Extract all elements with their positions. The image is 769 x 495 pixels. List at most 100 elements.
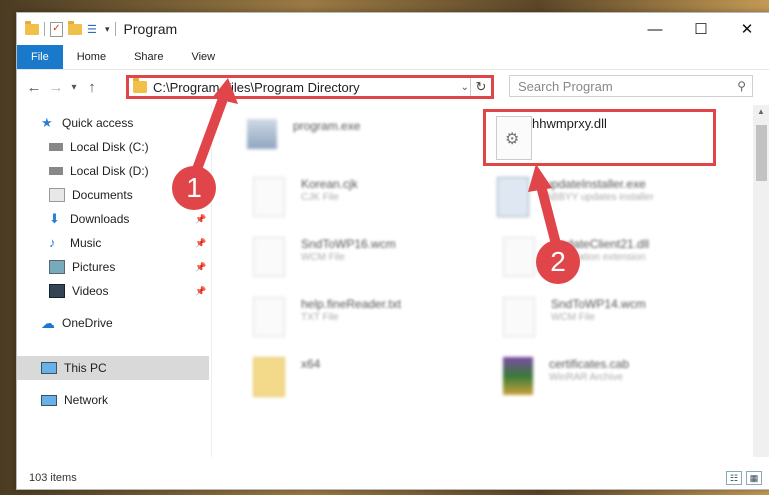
sidebar-item-label: Music [70,236,102,250]
forward-arrow-icon[interactable]: → [45,79,67,96]
sidebar-item-label: Local Disk (D:) [70,164,149,178]
computer-icon [41,362,57,374]
dll-file-icon: ⚙ [496,116,532,160]
file-icon [253,297,285,337]
sidebar-item-pictures[interactable]: Pictures 📌 [49,255,206,279]
callout-badge-one: 1 [172,166,216,210]
archive-icon [503,357,533,395]
sidebar-item-label: Network [64,393,109,407]
view-toggles: ☷ ▦ [726,471,762,485]
sidebar-item-this-pc[interactable]: This PC [41,356,107,380]
file-name: program.exe [293,119,361,133]
file-name: certificates.cab [549,357,630,371]
list-item[interactable]: certificates.cab WinRAR Archive [503,357,629,395]
callout-badge-two: 2 [536,240,580,284]
file-icon [253,237,285,277]
file-type: CJK File [301,192,339,203]
target-dll-file[interactable]: ⚙ hhwmprxy.dll [483,109,716,166]
refresh-icon[interactable]: ↻ [470,78,491,96]
navigation-pane: ★ Quick access Local Disk (C:) Local Dis… [17,105,212,457]
divider [44,22,45,36]
window-controls: — ☐ ✕ [632,13,769,45]
folder-icon [253,357,285,397]
sidebar-item-label: This PC [64,361,107,375]
sidebar-item-local-disk-c[interactable]: Local Disk (C:) [49,135,149,159]
download-icon: ⬇ [49,211,60,226]
chevron-down-icon[interactable]: ⌄ [461,82,469,93]
sidebar-item-label: OneDrive [62,316,113,330]
sidebar-item-label: Documents [72,188,133,202]
properties-check-icon[interactable]: ✓ [50,21,63,37]
recent-chevron-icon[interactable]: ▾ [67,82,81,93]
star-icon: ★ [41,115,53,130]
list-item[interactable]: help.fineReader.txt TXT File [253,297,401,337]
tab-view[interactable]: View [177,45,229,69]
file-name: x64 [301,357,321,371]
quick-access-toolbar: ✓ ☰ ▾ [25,20,116,37]
file-type: TXT File [301,312,339,323]
sidebar-item-network[interactable]: Network [41,388,108,412]
installer-icon [497,177,529,217]
sidebar-item-label: Pictures [72,260,116,274]
tab-home[interactable]: Home [63,45,120,69]
address-bar-row: ← → ▾ ↑ C:\Program Files\Program Directo… [17,70,769,104]
drive-icon [49,143,63,151]
documents-icon [49,188,65,202]
sidebar-item-videos[interactable]: Videos 📌 [49,279,206,303]
minimize-button[interactable]: — [632,13,678,45]
sidebar-item-downloads[interactable]: ⬇ Downloads 📌 [49,207,206,231]
address-field[interactable]: C:\Program Files\Program Directory ⌄ ↻ [126,75,494,99]
gear-icon: ⚙ [505,131,520,148]
maximize-button[interactable]: ☐ [678,13,724,45]
file-type: WinRAR Archive [549,372,623,383]
search-icon[interactable]: ⚲ [737,79,746,93]
large-icons-view-icon[interactable]: ▦ [746,471,762,485]
list-item[interactable]: x64 [253,357,320,397]
close-button[interactable]: ✕ [724,13,769,45]
list-item[interactable]: Korean.cjk CJK File [253,177,358,217]
file-name[interactable]: hhwmprxy.dll [532,116,607,131]
sidebar-item-documents[interactable]: Documents [49,183,133,207]
cloud-icon: ☁ [41,315,55,331]
scrollbar-thumb[interactable] [756,125,767,181]
up-arrow-icon[interactable]: ↑ [81,79,103,96]
file-name: updateInstaller.exe [545,177,646,191]
scroll-up-icon[interactable]: ▲ [757,107,765,116]
address-path[interactable]: C:\Program Files\Program Directory [153,80,360,95]
videos-icon [49,284,65,298]
tab-share[interactable]: Share [120,45,177,69]
sidebar-item-label: Quick access [62,116,134,130]
dll-file-icon [503,237,535,277]
sidebar-item-music[interactable]: ♪ Music 📌 [49,231,206,255]
sidebar-item-quick-access[interactable]: ★ Quick access [41,111,133,135]
new-folder-icon[interactable] [68,20,82,35]
network-icon [41,394,57,406]
search-input[interactable]: Search Program ⚲ [509,75,753,97]
file-name: Korean.cjk [301,177,358,191]
sidebar-item-onedrive[interactable]: ☁ OneDrive [41,311,113,335]
file-icon [253,177,285,217]
file-name: SndToWP16.wcm [301,237,396,251]
sidebar-item-label: Local Disk (C:) [70,140,149,154]
ribbon-tabs: File Home Share View [17,45,769,70]
status-bar: 103 items ☷ ▦ [17,467,769,489]
chevron-down-icon[interactable]: ▾ [105,24,110,35]
list-item[interactable]: SndToWP14.wcm WCM File [503,297,646,337]
file-type: WCM File [301,252,345,263]
folder-icon [25,20,39,35]
vertical-scrollbar[interactable]: ▲ [753,105,769,457]
drive-icon [49,167,63,175]
list-item[interactable]: updateInstaller.exe ABBYY updates install… [497,177,654,217]
pictures-icon [49,260,65,274]
search-placeholder: Search Program [518,78,613,94]
list-item[interactable]: program.exe [247,119,360,149]
folder-icon [133,78,147,93]
details-view-icon[interactable]: ☷ [726,471,742,485]
file-name: help.fineReader.txt [301,297,402,311]
tab-file[interactable]: File [17,45,63,69]
list-item[interactable]: SndToWP16.wcm WCM File [253,237,396,277]
back-arrow-icon[interactable]: ← [23,79,45,96]
customize-icon[interactable]: ☰ [87,23,100,36]
title-bar: ✓ ☰ ▾ Program — ☐ ✕ [17,13,769,45]
sidebar-item-local-disk-d[interactable]: Local Disk (D:) [49,159,149,183]
